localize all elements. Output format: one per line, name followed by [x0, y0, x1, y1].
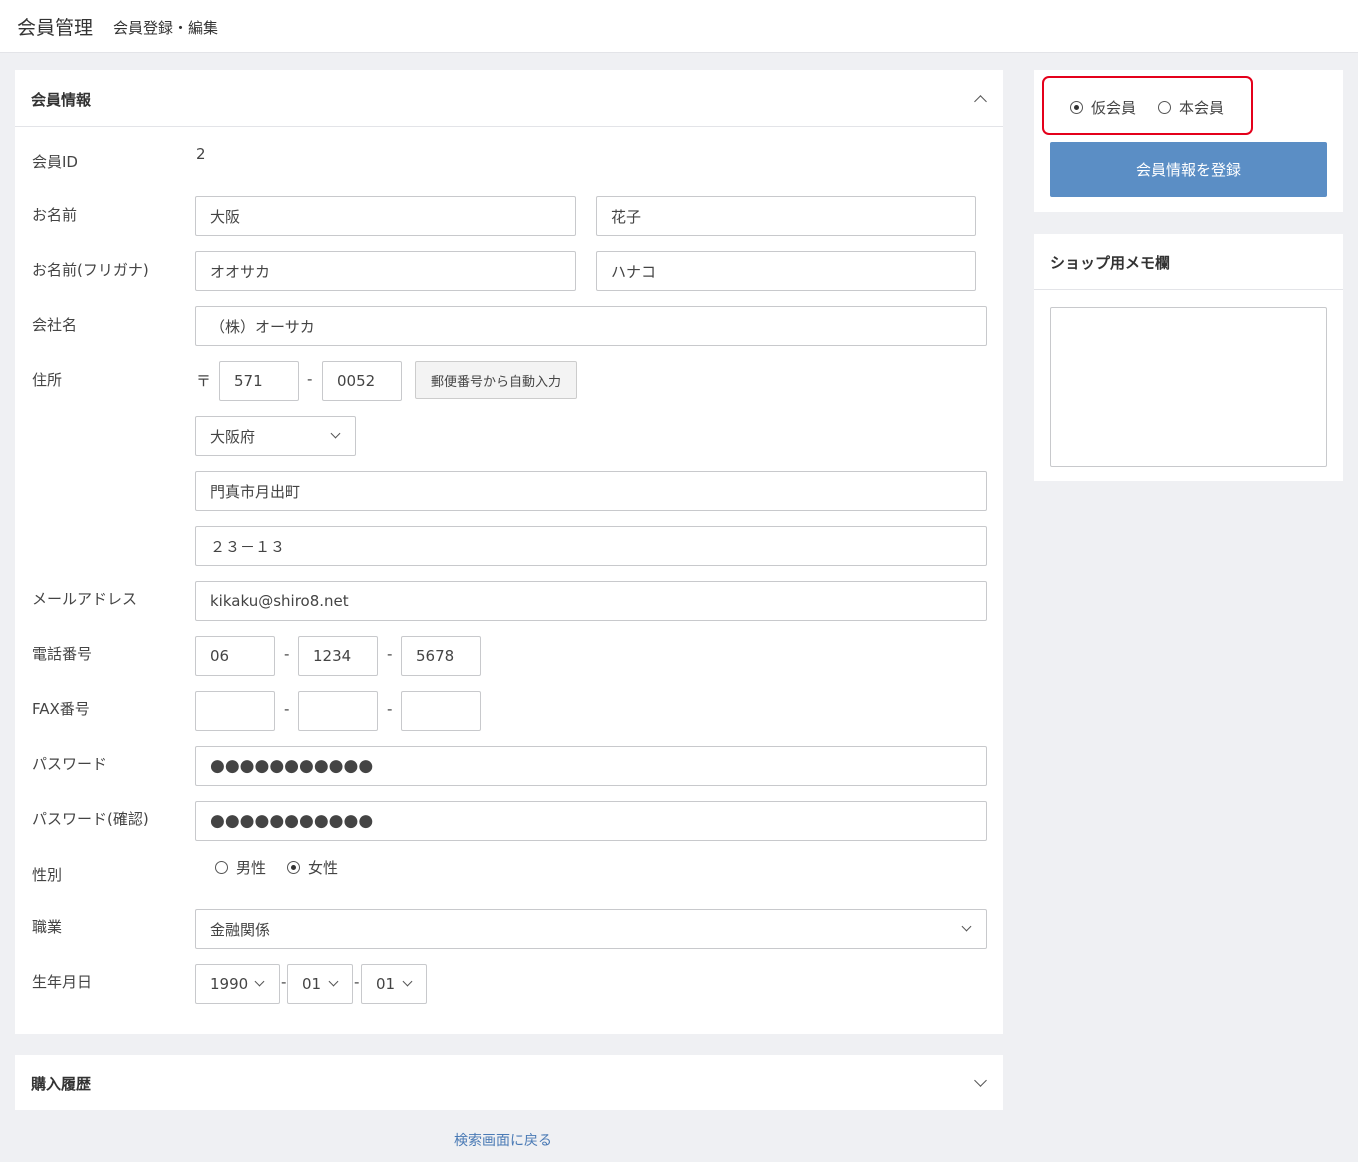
email-input[interactable]: kikaku@shiro8.net: [195, 581, 987, 621]
password-input[interactable]: ●●●●●●●●●●●: [195, 746, 987, 786]
gender-label: 性別: [32, 866, 63, 884]
member-id-label: 会員ID: [32, 153, 78, 171]
shop-memo-heading: ショップ用メモ欄: [1050, 254, 1171, 272]
purchase-history-card[interactable]: 購入履歴: [15, 1055, 1003, 1110]
birth-year-value: 1990: [210, 975, 249, 993]
gender-radio-female[interactable]: 女性: [287, 857, 338, 878]
radio-off-icon: [1158, 101, 1171, 114]
radio-on-icon: [287, 861, 300, 874]
radio-on-icon: [1070, 101, 1083, 114]
fax-label: FAX番号: [32, 700, 90, 718]
phone2-input[interactable]: 1234: [298, 636, 378, 676]
gender-female-label: 女性: [308, 859, 339, 877]
page-subtitle: 会員登録・編集: [113, 19, 219, 37]
prefecture-value: 大阪府: [210, 427, 256, 446]
birth-month-select[interactable]: 01: [287, 964, 353, 1004]
birth-label: 生年月日: [32, 973, 93, 991]
purchase-history-heading: 購入履歴: [31, 1075, 92, 1093]
last-name-input[interactable]: 大阪: [195, 196, 576, 236]
status-full-label: 本会員: [1179, 99, 1225, 117]
shop-memo-textarea[interactable]: [1050, 307, 1327, 467]
status-radio-provisional[interactable]: 仮会員: [1070, 97, 1136, 118]
company-input[interactable]: （株）オーサカ: [195, 306, 987, 346]
member-info-heading: 会員情報: [31, 91, 92, 109]
birth-month-value: 01: [302, 975, 322, 993]
chevron-down-icon[interactable]: [974, 1074, 987, 1087]
fax-separator-1: -: [284, 700, 290, 718]
page-title: 会員管理: [17, 17, 94, 39]
status-radio-full[interactable]: 本会員: [1158, 97, 1224, 118]
status-provisional-label: 仮会員: [1091, 99, 1137, 117]
kana-label: お名前(フリガナ): [32, 261, 149, 279]
first-name-input[interactable]: 花子: [596, 196, 976, 236]
gender-male-label: 男性: [236, 859, 267, 877]
password-confirm-input[interactable]: ●●●●●●●●●●●: [195, 801, 987, 841]
prefecture-select[interactable]: 大阪府: [195, 416, 356, 456]
zip1-input[interactable]: 571: [219, 361, 299, 401]
password-label: パスワード: [32, 755, 108, 773]
birth-separator-1: -: [281, 973, 287, 991]
address1-input[interactable]: 門真市月出町: [195, 471, 987, 511]
status-card: 仮会員 本会員 会員情報を登録: [1034, 70, 1343, 212]
phone1-input[interactable]: 06: [195, 636, 275, 676]
zip-autofill-button[interactable]: 郵便番号から自動入力: [415, 361, 577, 399]
zip-mark: 〒: [196, 372, 212, 390]
phone-label: 電話番号: [32, 645, 93, 663]
birth-day-value: 01: [376, 975, 396, 993]
job-select[interactable]: 金融関係: [195, 909, 987, 949]
name-label: お名前: [32, 206, 78, 224]
first-kana-input[interactable]: ハナコ: [596, 251, 976, 291]
member-info-card: 会員情報 会員ID 2 お名前 大阪 花子 お名前(フリガナ) オオサカ ハナコ…: [15, 70, 1003, 1034]
fax2-input[interactable]: [298, 691, 378, 731]
company-label: 会社名: [32, 316, 78, 334]
birth-day-select[interactable]: 01: [361, 964, 427, 1004]
birth-year-select[interactable]: 1990: [195, 964, 280, 1004]
register-member-button[interactable]: 会員情報を登録: [1050, 142, 1327, 197]
last-kana-input[interactable]: オオサカ: [195, 251, 576, 291]
chevron-down-icon: [402, 976, 413, 987]
phone3-input[interactable]: 5678: [401, 636, 481, 676]
zip2-input[interactable]: 0052: [322, 361, 402, 401]
fax3-input[interactable]: [401, 691, 481, 731]
gender-radio-male[interactable]: 男性: [215, 857, 266, 878]
chevron-down-icon: [961, 921, 972, 932]
email-label: メールアドレス: [32, 590, 138, 608]
phone-separator-2: -: [387, 645, 393, 663]
chevron-down-icon: [328, 976, 339, 987]
back-to-search-link[interactable]: 検索画面に戻る: [454, 1130, 552, 1150]
shop-memo-header: ショップ用メモ欄: [1034, 234, 1343, 290]
member-id-value: 2: [196, 145, 206, 163]
member-info-header[interactable]: 会員情報: [15, 70, 1003, 127]
address-label: 住所: [32, 371, 63, 389]
chevron-up-icon[interactable]: [974, 95, 987, 108]
shop-memo-card: ショップ用メモ欄: [1034, 234, 1343, 481]
fax-separator-2: -: [387, 700, 393, 718]
chevron-down-icon: [330, 428, 341, 439]
address2-input[interactable]: ２３－１３: [195, 526, 987, 566]
phone-separator-1: -: [284, 645, 290, 663]
top-bar: 会員管理 会員登録・編集: [0, 0, 1358, 53]
job-label: 職業: [32, 918, 63, 936]
zip-separator: -: [307, 370, 313, 388]
job-value: 金融関係: [210, 920, 271, 939]
fax1-input[interactable]: [195, 691, 275, 731]
radio-off-icon: [215, 861, 228, 874]
password-confirm-label: パスワード(確認): [32, 810, 149, 828]
birth-separator-2: -: [354, 973, 360, 991]
chevron-down-icon: [254, 976, 265, 987]
